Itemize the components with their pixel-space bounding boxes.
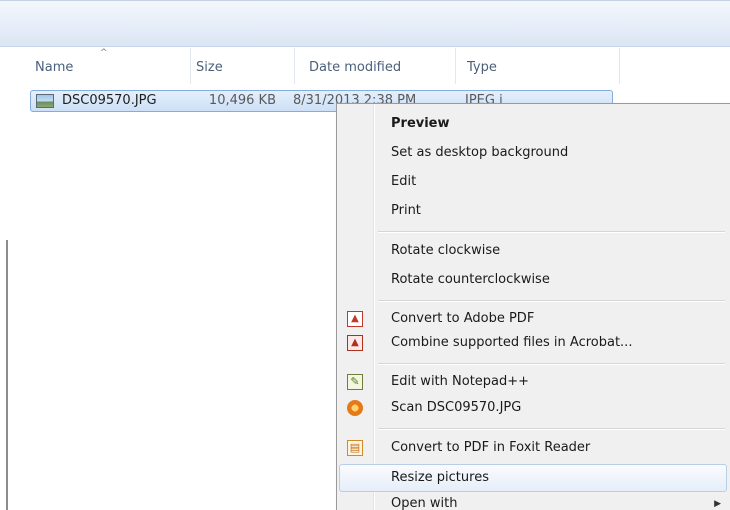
image-file-icon xyxy=(36,94,54,108)
menu-item-label: Edit xyxy=(391,174,417,189)
menu-item-print[interactable]: Print xyxy=(339,197,727,225)
explorer-toolbar xyxy=(0,0,730,47)
menu-separator xyxy=(378,300,725,301)
menu-item-resize-pictures[interactable]: Resize pictures xyxy=(339,464,727,492)
menu-separator xyxy=(378,231,725,232)
sort-ascending-icon: ^ xyxy=(100,48,108,58)
menu-item-label: Set as desktop background xyxy=(391,145,569,160)
menu-item-label: Combine supported files in Acrobat... xyxy=(391,335,633,350)
notepad-plus-plus-icon: ✎ xyxy=(347,374,363,390)
menu-item-open-with[interactable]: Open with ▶ xyxy=(339,490,727,510)
menu-item-label: Open with xyxy=(391,496,458,510)
column-header-size-label: Size xyxy=(196,60,223,75)
menu-item-label: Resize pictures xyxy=(391,470,489,485)
menu-item-label: Print xyxy=(391,203,421,218)
menu-item-label: Convert to PDF in Foxit Reader xyxy=(391,440,591,455)
acrobat-combine-icon: ▲ xyxy=(347,335,363,351)
menu-item-edit-with-notepad[interactable]: ✎ Edit with Notepad++ xyxy=(339,368,727,396)
submenu-arrow-icon: ▶ xyxy=(714,499,721,509)
file-name: DSC09570.JPG xyxy=(62,93,157,108)
column-divider[interactable] xyxy=(294,48,295,84)
menu-separator xyxy=(378,428,725,429)
column-divider[interactable] xyxy=(619,48,620,84)
column-header-date-modified[interactable]: Date modified xyxy=(304,58,454,82)
antivirus-scan-icon xyxy=(347,400,363,416)
menu-separator xyxy=(378,363,725,364)
menu-item-label: Rotate clockwise xyxy=(391,243,501,258)
column-divider[interactable] xyxy=(455,48,456,84)
menu-item-label: Scan DSC09570.JPG xyxy=(391,400,522,415)
menu-item-rotate-clockwise[interactable]: Rotate clockwise xyxy=(339,237,727,265)
adobe-pdf-icon: ▲ xyxy=(347,311,363,327)
menu-item-label: Convert to Adobe PDF xyxy=(391,311,535,326)
column-header-type-label: Type xyxy=(467,60,497,75)
column-header-name-label: Name xyxy=(35,60,74,75)
column-header-name[interactable]: Name xyxy=(30,58,190,82)
foxit-pdf-icon: ▤ xyxy=(347,440,363,456)
menu-item-edit[interactable]: Edit xyxy=(339,168,727,196)
menu-item-scan-file[interactable]: Scan DSC09570.JPG xyxy=(339,394,727,422)
menu-item-preview[interactable]: Preview xyxy=(339,110,727,138)
menu-item-label: Rotate counterclockwise xyxy=(391,272,550,287)
menu-item-rotate-counterclockwise[interactable]: Rotate counterclockwise xyxy=(339,266,727,294)
file-size: 10,496 KB xyxy=(208,93,276,108)
menu-item-label: Edit with Notepad++ xyxy=(391,374,530,389)
menu-item-label: Preview xyxy=(391,116,450,131)
menu-item-convert-to-pdf-foxit[interactable]: ▤ Convert to PDF in Foxit Reader xyxy=(339,434,727,462)
toolbar-border xyxy=(0,0,730,1)
column-header-date-label: Date modified xyxy=(309,60,402,75)
navigation-pane-edge[interactable] xyxy=(6,240,8,510)
column-header-size[interactable]: Size xyxy=(191,58,291,82)
menu-item-combine-in-acrobat[interactable]: ▲ Combine supported files in Acrobat... xyxy=(339,329,727,357)
context-menu: Preview Set as desktop background Edit P… xyxy=(336,103,730,510)
menu-item-set-desktop-background[interactable]: Set as desktop background xyxy=(339,139,727,167)
column-header-type[interactable]: Type xyxy=(462,58,612,82)
